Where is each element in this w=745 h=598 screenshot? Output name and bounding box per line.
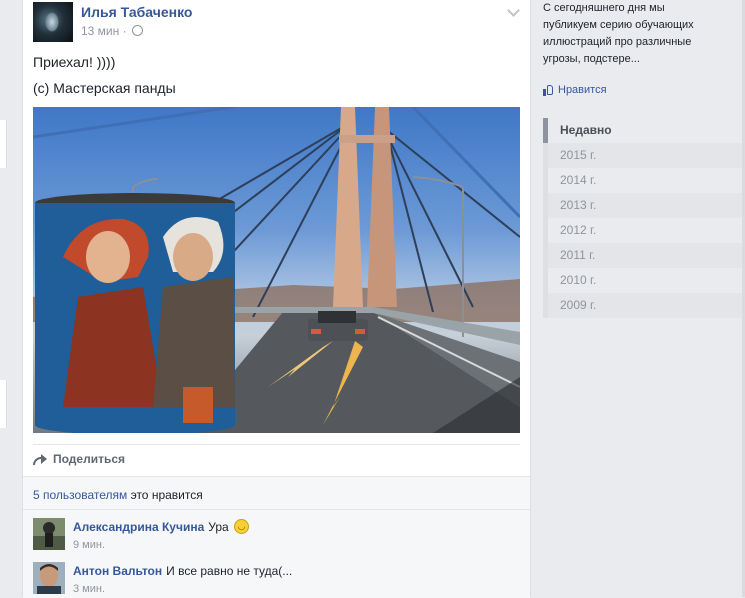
timeline-item-2014[interactable]: 2014 г. xyxy=(543,168,743,193)
chevron-down-icon[interactable] xyxy=(507,4,520,17)
divider xyxy=(23,509,530,510)
comment-text: Ура xyxy=(208,520,229,534)
timeline-item-2011[interactable]: 2011 г. xyxy=(543,243,743,268)
comment-author[interactable]: Антон Вальтон xyxy=(73,564,162,578)
share-arrow-icon xyxy=(33,454,47,465)
comment-author-line: Антон Вальтон И все равно не туда(... xyxy=(73,564,292,578)
globe-icon[interactable] xyxy=(131,25,143,37)
photo-illustration xyxy=(33,107,520,433)
page-post-snippet[interactable]: С сегодняшнего дня мы публикуем серию об… xyxy=(543,0,713,68)
comment-author[interactable]: Александрина Кучина xyxy=(73,520,204,534)
smiley-icon: ◡ xyxy=(234,519,250,535)
timeline-item-2010[interactable]: 2010 г. xyxy=(543,268,743,293)
left-column-fragment xyxy=(0,380,7,428)
timeline-item-recent[interactable]: Недавно xyxy=(543,118,743,143)
timeline-item-2015[interactable]: 2015 г. xyxy=(543,143,743,168)
post-time[interactable]: 13 мин xyxy=(81,24,119,38)
post-card: Илья Табаченко 13 мин · Приехал! )))) (с… xyxy=(22,0,531,598)
like-label: Нравится xyxy=(558,84,607,96)
left-column-edge xyxy=(0,0,20,597)
commenter-avatar[interactable] xyxy=(33,562,65,594)
timeline-nav: Недавно 2015 г. 2014 г. 2013 г. 2012 г. … xyxy=(543,118,743,318)
reactions-comments-area: 5 пользователям это нравится Александрин… xyxy=(23,476,530,598)
author-name[interactable]: Илья Табаченко xyxy=(81,4,192,20)
post-text: Приехал! )))) xyxy=(33,54,116,70)
comment-time[interactable]: 3 мин. xyxy=(73,583,105,595)
divider xyxy=(33,444,520,445)
likes-count-link[interactable]: 5 пользователям xyxy=(33,488,127,502)
comment-text: И все равно не туда(... xyxy=(166,564,293,578)
comment-time[interactable]: 9 мин. xyxy=(73,539,105,551)
post-photo[interactable] xyxy=(33,107,520,433)
right-column: С сегодняшнего дня мы публикуем серию об… xyxy=(535,0,745,597)
author-avatar[interactable] xyxy=(33,2,73,42)
commenter-avatar[interactable] xyxy=(33,518,65,550)
thumbs-up-icon xyxy=(543,84,554,96)
meta-separator: · xyxy=(122,24,127,38)
timeline-item-2012[interactable]: 2012 г. xyxy=(543,218,743,243)
left-column-fragment xyxy=(0,120,7,168)
share-label: Поделиться xyxy=(53,452,126,466)
like-button[interactable]: Нравится xyxy=(543,84,607,96)
likes-summary: 5 пользователям это нравится xyxy=(33,488,203,502)
share-button[interactable]: Поделиться xyxy=(33,452,125,466)
comment-author-line: Александрина Кучина Ура ◡ xyxy=(73,519,250,535)
likes-suffix: это нравится xyxy=(127,488,203,502)
timeline-item-2009[interactable]: 2009 г. xyxy=(543,293,743,318)
post-credit: (с) Мастерская панды xyxy=(33,80,176,96)
post-meta: 13 мин · xyxy=(81,24,143,38)
timeline-item-2013[interactable]: 2013 г. xyxy=(543,193,743,218)
